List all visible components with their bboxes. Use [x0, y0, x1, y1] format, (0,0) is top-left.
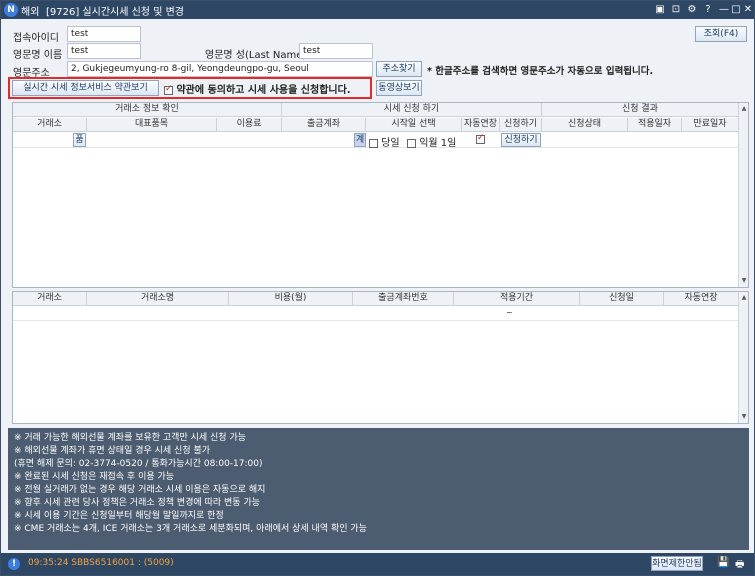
- eng-last-name-field[interactable]: test: [299, 43, 373, 59]
- save-icon[interactable]: 💾: [717, 557, 729, 568]
- column-header: 출금계좌번호: [353, 292, 454, 306]
- column-header: 적용일자: [628, 118, 682, 132]
- checkbox-icon: [369, 138, 378, 148]
- login-id-field[interactable]: test: [67, 26, 141, 42]
- status-message: 09:35:24 SBBS6516001 : (5009): [28, 558, 174, 568]
- notice-line: (휴면 해제 문의: 02-3774-0520 / 통화가능시간 08:00-1…: [14, 459, 263, 469]
- vertical-scrollbar[interactable]: ▲ ▼: [738, 292, 748, 423]
- column-header: 거래소명: [87, 292, 229, 306]
- title-bar: N 해외 [9726] 실시간시세 신청 및 변경 ▣ ⊡ ⚙ ? — □ ✕: [1, 1, 754, 19]
- start-next-month-radio[interactable]: 익월 1일: [407, 134, 456, 149]
- scroll-down-icon[interactable]: ▼: [740, 413, 748, 421]
- video-view-button[interactable]: 동영상보기: [376, 80, 422, 96]
- notice-line: ※ 완료된 시세 신청은 재접속 후 이용 가능: [14, 472, 175, 482]
- notice-line: ※ 해외선물 계좌가 휴면 상태일 경우 시세 신청 불가: [14, 446, 211, 456]
- query-button[interactable]: 조회(F4): [695, 26, 747, 42]
- info-icon: !: [8, 558, 20, 570]
- start-next-month-label: 익월 1일: [419, 138, 457, 149]
- check-icon: [164, 84, 173, 95]
- notice-line: ※ 전월 실거래가 없는 경우 해당 거래소 시세 이용은 자동으로 해지: [14, 485, 266, 495]
- eng-first-name-label: 영문명 이름: [13, 50, 63, 61]
- column-header: 대표품목: [87, 118, 217, 132]
- apply-grid: 거래소 정보 확인 시세 신청 하기 신청 결과 거래소 대표품목 이용료 출금…: [12, 102, 749, 288]
- column-header: 자동연장: [664, 292, 739, 306]
- address-search-button[interactable]: 주소찾기: [376, 61, 422, 77]
- checkbox-icon: [407, 138, 416, 148]
- app-logo-icon: N: [4, 3, 18, 17]
- column-header: 시작일 선택: [366, 118, 462, 132]
- column-header: 거래소: [13, 118, 87, 132]
- eng-last-name-label: 영문명 성(Last Name): [205, 50, 307, 61]
- agree-checkbox[interactable]: 약관에 동의하고 시세 사용을 신청합니다.: [164, 81, 351, 96]
- column-header: 신청상태: [542, 118, 628, 132]
- pin-icon[interactable]: ▣: [653, 3, 667, 17]
- table-row: 품 계 당일 익월 1일 신청하기: [13, 133, 739, 149]
- column-header: 만료일자: [682, 118, 739, 132]
- group-header: 시세 신청 하기: [282, 103, 542, 117]
- close-icon[interactable]: ✕: [741, 3, 755, 17]
- start-today-label: 당일: [381, 138, 400, 149]
- terms-view-button[interactable]: 실시간 시세 정보서비스 약관보기: [12, 80, 159, 96]
- scroll-up-icon[interactable]: ▲: [740, 294, 748, 302]
- vertical-scrollbar[interactable]: ▲ ▼: [738, 103, 748, 287]
- window-title: [9726] 실시간시세 신청 및 변경: [46, 7, 184, 18]
- column-header: 거래소: [13, 292, 87, 306]
- market-label: 해외: [21, 7, 40, 18]
- status-bar: ! 09:35:24 SBBS6516001 : (5009) 화면제한안됨 💾…: [1, 553, 754, 575]
- apply-button[interactable]: 신청하기: [501, 133, 541, 147]
- help-icon[interactable]: ?: [701, 3, 715, 17]
- notice-panel: ※ 거래 가능한 해외선물 계좌를 보유한 고객만 시세 신청 가능 ※ 해외선…: [8, 428, 749, 550]
- column-header: 자동연장: [462, 118, 500, 132]
- screen-limit-button[interactable]: 화면제한안됨: [651, 556, 703, 571]
- address-hint: * 한글주소를 검색하면 영문주소가 자동으로 입력됩니다.: [427, 66, 654, 77]
- notice-line: ※ 거래 가능한 해외선물 계좌를 보유한 고객만 시세 신청 가능: [14, 433, 247, 443]
- auto-renew-checkbox[interactable]: [476, 133, 485, 145]
- check-icon: [476, 133, 485, 144]
- print-icon[interactable]: 🖶: [735, 557, 744, 574]
- settings-icon[interactable]: ⚙: [685, 3, 699, 17]
- agree-text: 약관에 동의하고 시세 사용을 신청합니다.: [176, 85, 351, 96]
- column-header: 비용(월): [229, 292, 353, 306]
- start-today-radio[interactable]: 당일: [369, 134, 400, 149]
- column-header: 이용료: [217, 118, 282, 132]
- notice-line: ※ 향후 시세 관련 당사 정책은 거래소 정책 변경에 따라 변동 가능: [14, 498, 261, 508]
- table-row: ~: [13, 307, 739, 321]
- period-separator: ~: [506, 308, 513, 317]
- result-grid: 거래소 거래소명 비용(월) 출금계좌번호 적용기간 신청일 자동연장 ~ ▲ …: [12, 291, 749, 424]
- column-header: 출금계좌: [282, 118, 366, 132]
- notice-line: ※ 시세 이용 기간은 신청일부터 해당월 말일까지로 한정: [14, 511, 224, 521]
- scroll-up-icon[interactable]: ▲: [740, 105, 748, 113]
- eng-address-field[interactable]: 2, Gukjegeumyung-ro 8-gil, Yeongdeungpo-…: [67, 61, 373, 77]
- restore-icon[interactable]: ⊡: [669, 3, 683, 17]
- notice-line: ※ CME 거래소는 4개, ICE 거래소는 3개 거래소로 세분화되며, 아…: [14, 524, 367, 534]
- scroll-down-icon[interactable]: ▼: [740, 277, 748, 285]
- column-header: 적용기간: [454, 292, 580, 306]
- account-select-button[interactable]: 계: [354, 133, 366, 147]
- group-header: 거래소 정보 확인: [13, 103, 282, 117]
- column-header: 신청하기: [500, 118, 542, 132]
- product-search-button[interactable]: 품: [73, 133, 86, 147]
- main-window: N 해외 [9726] 실시간시세 신청 및 변경 ▣ ⊡ ⚙ ? — □ ✕ …: [0, 0, 755, 576]
- column-header: 신청일: [580, 292, 664, 306]
- eng-first-name-field[interactable]: test: [67, 43, 141, 59]
- group-header: 신청 결과: [542, 103, 739, 117]
- login-id-label: 접속아이디: [13, 33, 59, 44]
